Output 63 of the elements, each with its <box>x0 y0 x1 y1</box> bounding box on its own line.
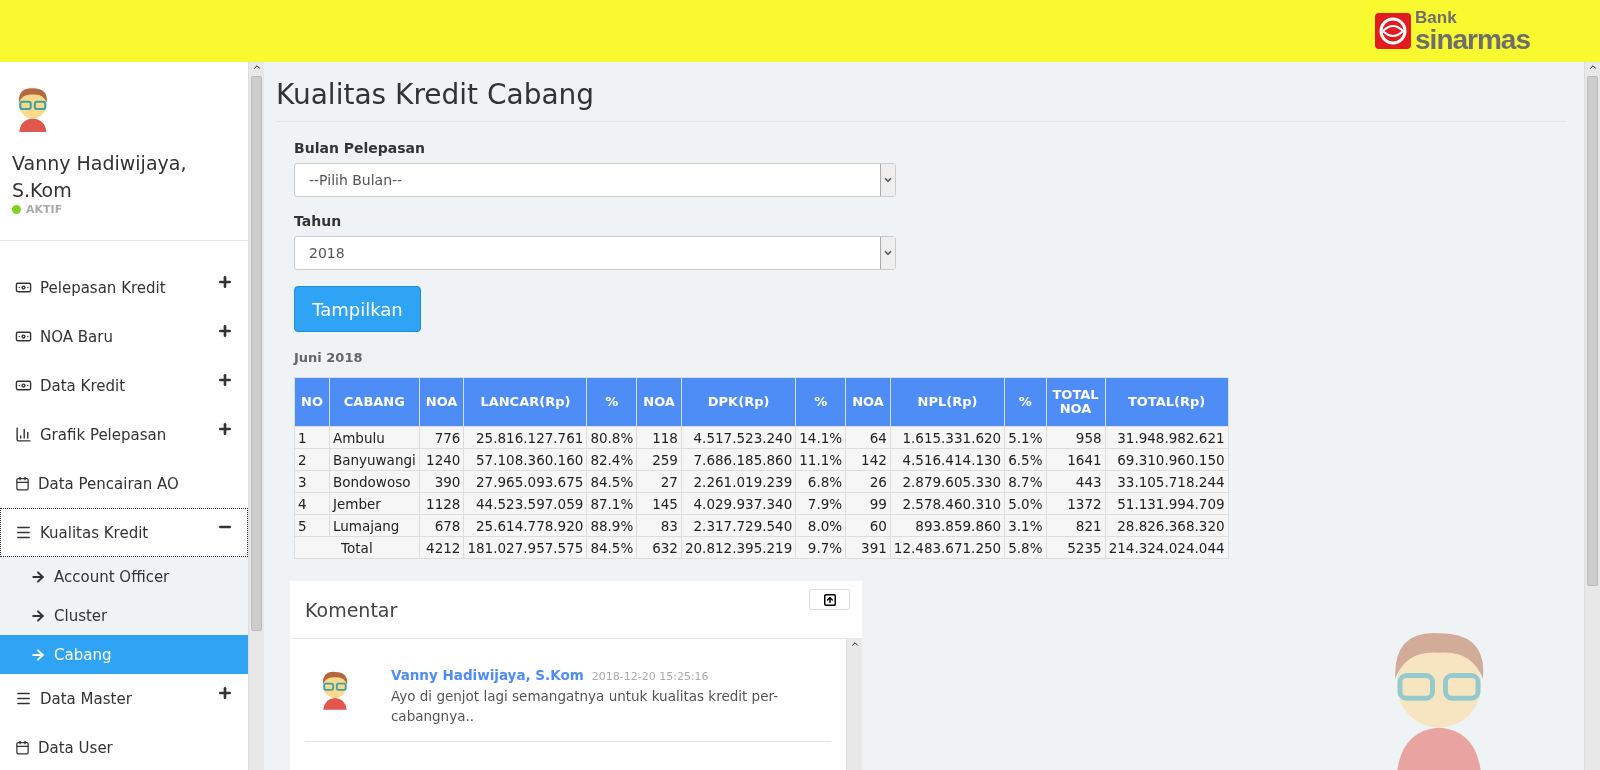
sidebar-item[interactable]: Grafik Pelepasan <box>0 410 248 460</box>
plus-icon[interactable] <box>217 421 233 438</box>
sidebar-item[interactable]: Data Master <box>0 674 248 724</box>
arrow-right-icon <box>30 607 46 624</box>
bar-chart-icon <box>15 426 32 444</box>
plus-icon[interactable] <box>217 274 233 291</box>
table-cell: 4 <box>294 492 330 515</box>
table-header: TOTAL NOA <box>1046 377 1106 427</box>
select-field[interactable]: 2018 <box>294 236 896 270</box>
table-header: NPL(Rp) <box>890 377 1005 427</box>
scrollbar[interactable] <box>846 639 862 770</box>
plus-icon[interactable] <box>217 323 233 340</box>
user-name: Vanny Hadiwijaya, S.Kom <box>12 151 188 203</box>
scroll-up-icon[interactable] <box>1587 62 1598 72</box>
table-header: CABANG <box>329 377 420 427</box>
sidebar-item[interactable]: Pelepasan Kredit <box>0 263 248 313</box>
plus-icon[interactable] <box>217 685 233 702</box>
collapse-button[interactable] <box>809 589 850 610</box>
table-header: NOA <box>636 377 682 427</box>
calendar-icon <box>15 740 30 756</box>
card-title: Komentar <box>305 598 398 621</box>
table-header: % <box>795 377 846 427</box>
sidebar-item[interactable]: Data Pencairan AO <box>0 459 248 509</box>
caret-icon <box>883 175 893 185</box>
table-header: NO <box>294 377 330 427</box>
table-header: NOA <box>845 377 891 427</box>
table-header: NOA <box>419 377 464 427</box>
status-label: AKTIF <box>26 203 63 217</box>
field-label: Tahun <box>294 213 343 229</box>
table-header: % <box>586 377 637 427</box>
sidebar-subitem[interactable]: Account Officer <box>0 557 248 597</box>
table-cell: 2 <box>294 448 330 471</box>
logo-text: sinarmas <box>1415 25 1530 54</box>
table-header: LANCAR(Rp) <box>463 377 587 427</box>
logo-text: Bank <box>1415 8 1458 26</box>
comment-text: Ayo di genjot lagi semangatnya untuk kualitas kredit per-cabangnya.. <box>390 687 780 727</box>
table-header: % <box>1004 377 1046 427</box>
logo-icon <box>1375 13 1412 49</box>
sidebar-item[interactable]: Data Kredit <box>0 361 248 411</box>
sidebar-item[interactable]: Data User <box>0 723 248 770</box>
calendar-icon <box>15 476 30 492</box>
scrollbar[interactable] <box>248 62 264 770</box>
period-label: Juni 2018 <box>294 350 364 365</box>
plus-icon[interactable] <box>217 372 233 389</box>
table-header: TOTAL(Rp) <box>1105 377 1229 427</box>
table-header: DPK(Rp) <box>681 377 796 427</box>
scroll-up-icon[interactable] <box>849 639 860 649</box>
arrow-right-icon <box>30 646 46 663</box>
scroll-up-icon[interactable] <box>251 62 262 72</box>
sidebar-subitem[interactable]: Cluster <box>0 596 248 636</box>
table-cell: Total <box>294 536 420 559</box>
comment-time: 2018-12-20 15:25:16 <box>591 670 709 683</box>
select-field[interactable]: --Pilih Bulan-- <box>294 163 896 197</box>
field-label: Bulan Pelepasan <box>294 140 426 156</box>
arrow-right-icon <box>30 568 46 585</box>
collapse-icon <box>822 592 837 607</box>
page-title: Kualitas Kredit Cabang <box>276 78 1566 122</box>
table-cell: 1 <box>294 426 330 449</box>
table-cell: 5 <box>294 514 330 537</box>
table-cell: 3 <box>294 470 330 493</box>
caret-icon <box>883 248 893 258</box>
sidebar-item[interactable]: NOA Baru <box>0 312 248 362</box>
scrollbar[interactable] <box>1584 62 1600 770</box>
